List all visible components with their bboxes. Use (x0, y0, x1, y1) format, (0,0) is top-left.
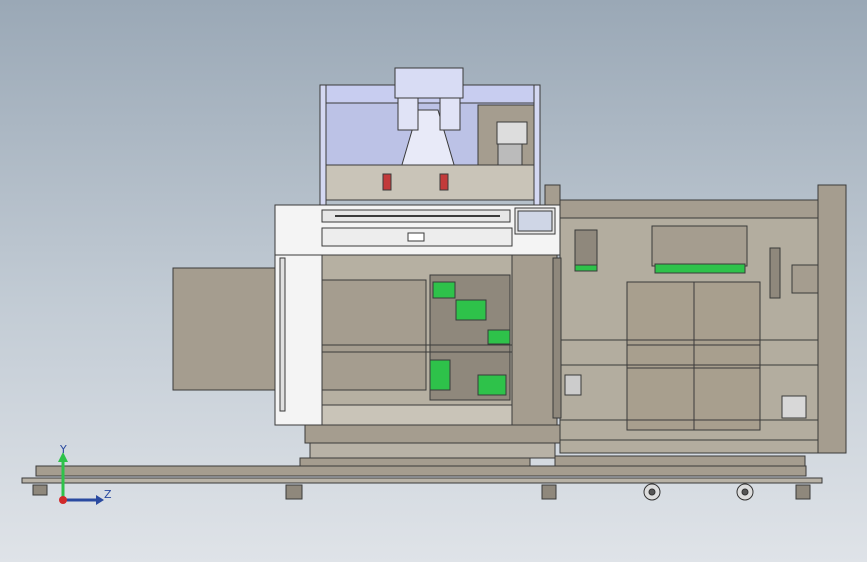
right-conveyor-module (559, 184, 847, 454)
leveling-feet (32, 484, 811, 500)
top-housing (274, 204, 561, 256)
caster-wheels (643, 483, 754, 501)
cad-3d-viewport[interactable] (0, 0, 867, 562)
base-rail (21, 455, 823, 484)
cad-assembly-drawing (21, 67, 847, 505)
left-side-panel (172, 267, 277, 391)
triad-y-label: Y (60, 443, 67, 456)
hopper-frame (319, 67, 561, 206)
triad-z-label: Z (104, 488, 112, 501)
